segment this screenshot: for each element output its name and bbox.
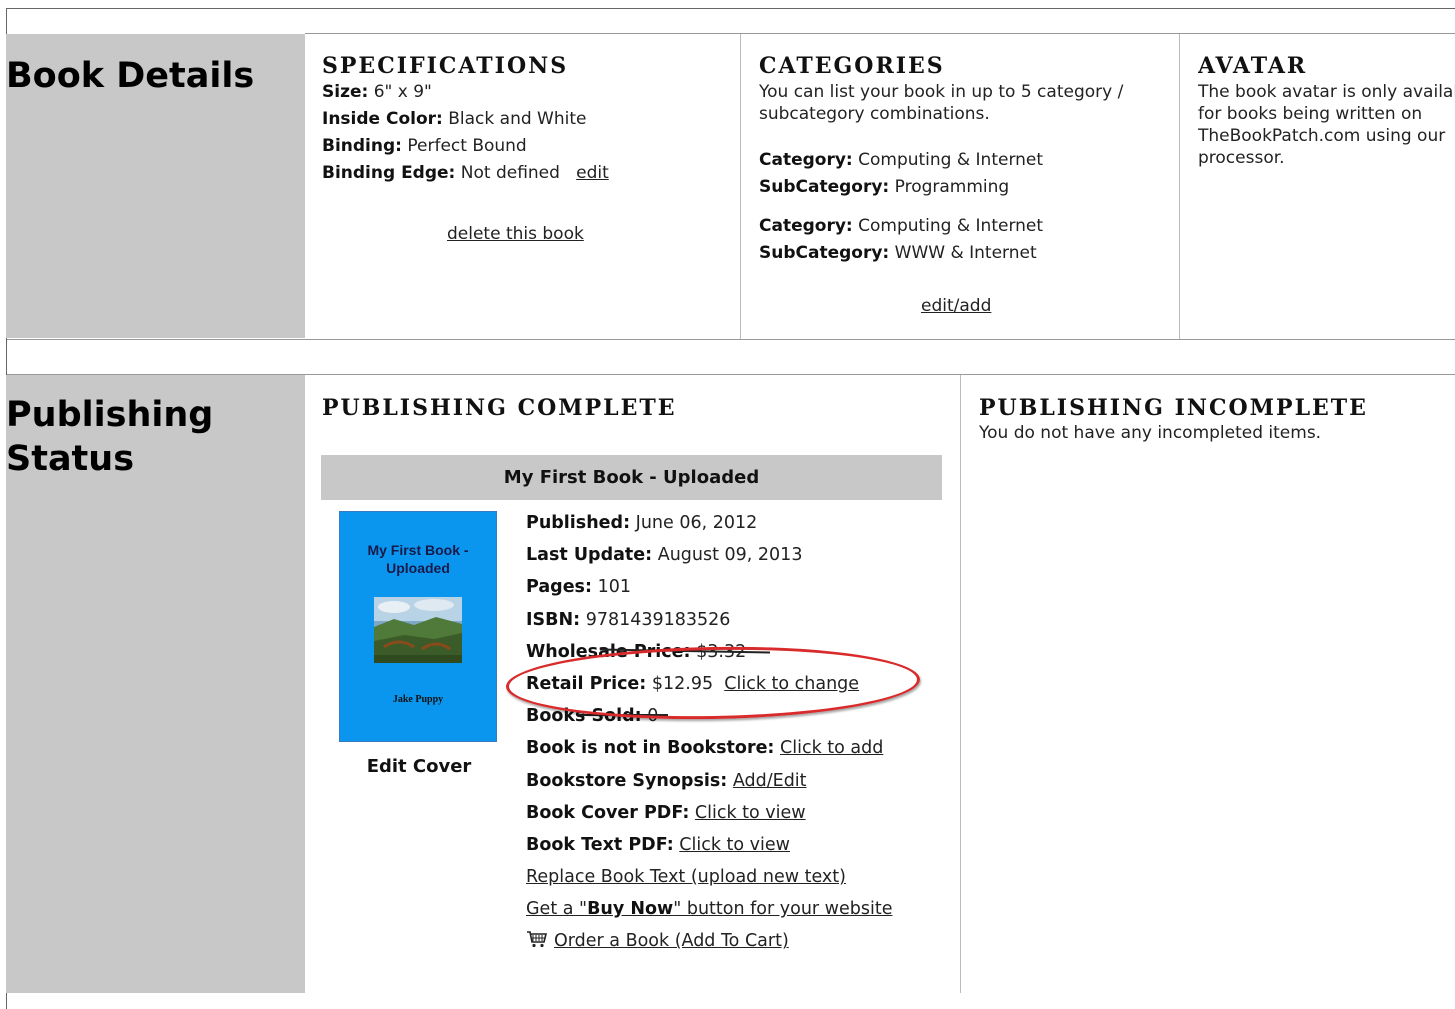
publishing-status-sidebar: Publishing Status [6,375,305,993]
divider [7,374,1455,375]
publishing-incomplete-text: You do not have any incompleted items. [979,423,1322,443]
last-update-row: Last Update: August 09, 2013 [526,545,803,566]
published-row: Published: June 06, 2012 [526,513,758,533]
inside-color-row: Inside Color: Black and White [322,109,587,129]
text-pdf-row: Book Text PDF: Click to view [526,834,790,855]
retail-price-row: Retail Price: $12.95 Click to change [526,673,860,694]
categories-heading: CATEGORIES [759,53,945,79]
bookstore-row: Book is not in Bookstore: Click to add [526,738,884,759]
cover-author: Jake Puppy [392,694,444,705]
book-details-title: Book Details [6,56,255,96]
book-details-sidebar: Book Details [6,34,305,338]
order-book-link[interactable]: Order a Book (Add To Cart) [554,931,789,951]
category-entry: Category: Computing & Internet SubCatego… [759,216,1044,263]
divider [305,33,1455,34]
categories-intro: You can list your book in up to 5 catego… [759,82,1124,124]
divider [740,34,741,339]
specifications-panel: SPECIFICATIONS Size: 6" x 9" Inside Colo… [322,53,732,248]
avatar-panel: AVATAR The book avatar is only available… [1198,53,1455,169]
book-title-bar: My First Book - Uploaded [321,455,942,500]
delete-book-link[interactable]: delete this book [447,224,584,244]
add-to-bookstore-link[interactable]: Click to add [780,738,883,758]
isbn-row: ISBN: 9781439183526 [526,609,731,630]
publishing-incomplete-panel: PUBLISHING INCOMPLETE You do not have an… [979,395,1449,444]
book-details-list: Published: June 06, 2012 Last Update: Au… [526,508,892,959]
replace-book-text-link[interactable]: Replace Book Text (upload new text) [526,867,846,887]
cover-pdf-row: Book Cover PDF: Click to view [526,802,806,823]
divider [1179,34,1180,339]
publishing-complete-heading: PUBLISHING COMPLETE [322,395,677,421]
category-entry: Category: Computing & Internet SubCatego… [759,150,1044,197]
books-sold-row: Books Sold: 0 [526,706,659,727]
edit-cover-link[interactable]: Edit Cover [339,756,499,777]
pages-row: Pages: 101 [526,577,631,598]
wholesale-price-row: Wholesale Price: $3.32 [526,641,747,662]
divider [7,339,1455,340]
shopping-cart-icon [527,931,548,948]
buy-now-button-link[interactable]: Get a "Buy Now" button for your website [526,899,892,919]
edit-synopsis-link[interactable]: Add/Edit [733,771,807,791]
publishing-incomplete-heading: PUBLISHING INCOMPLETE [979,395,1368,421]
binding-edge-row: Binding Edge: Not defined edit [322,163,609,183]
avatar-heading: AVATAR [1198,53,1308,79]
view-text-pdf-link[interactable]: Click to view [679,835,790,855]
categories-panel: CATEGORIES You can list your book in up … [759,53,1169,317]
synopsis-row: Bookstore Synopsis: Add/Edit [526,770,807,791]
specifications-heading: SPECIFICATIONS [322,53,569,79]
divider [960,375,961,993]
size-row: Size: 6" x 9" [322,82,432,102]
avatar-text: The book avatar is only available for bo… [1198,82,1455,168]
binding-edge-edit-link[interactable]: edit [576,163,609,183]
book-cover-thumbnail[interactable]: My First Book - Uploaded Jake Puppy [339,511,497,742]
cover-landscape-image [374,597,462,663]
binding-row: Binding: Perfect Bound [322,136,527,156]
change-retail-price-link[interactable]: Click to change [724,674,859,694]
cover-title: My First Book - Uploaded [367,542,469,576]
view-cover-pdf-link[interactable]: Click to view [695,803,806,823]
publishing-status-title: Publishing Status [6,395,214,479]
categories-edit-add-link[interactable]: edit/add [921,296,991,316]
